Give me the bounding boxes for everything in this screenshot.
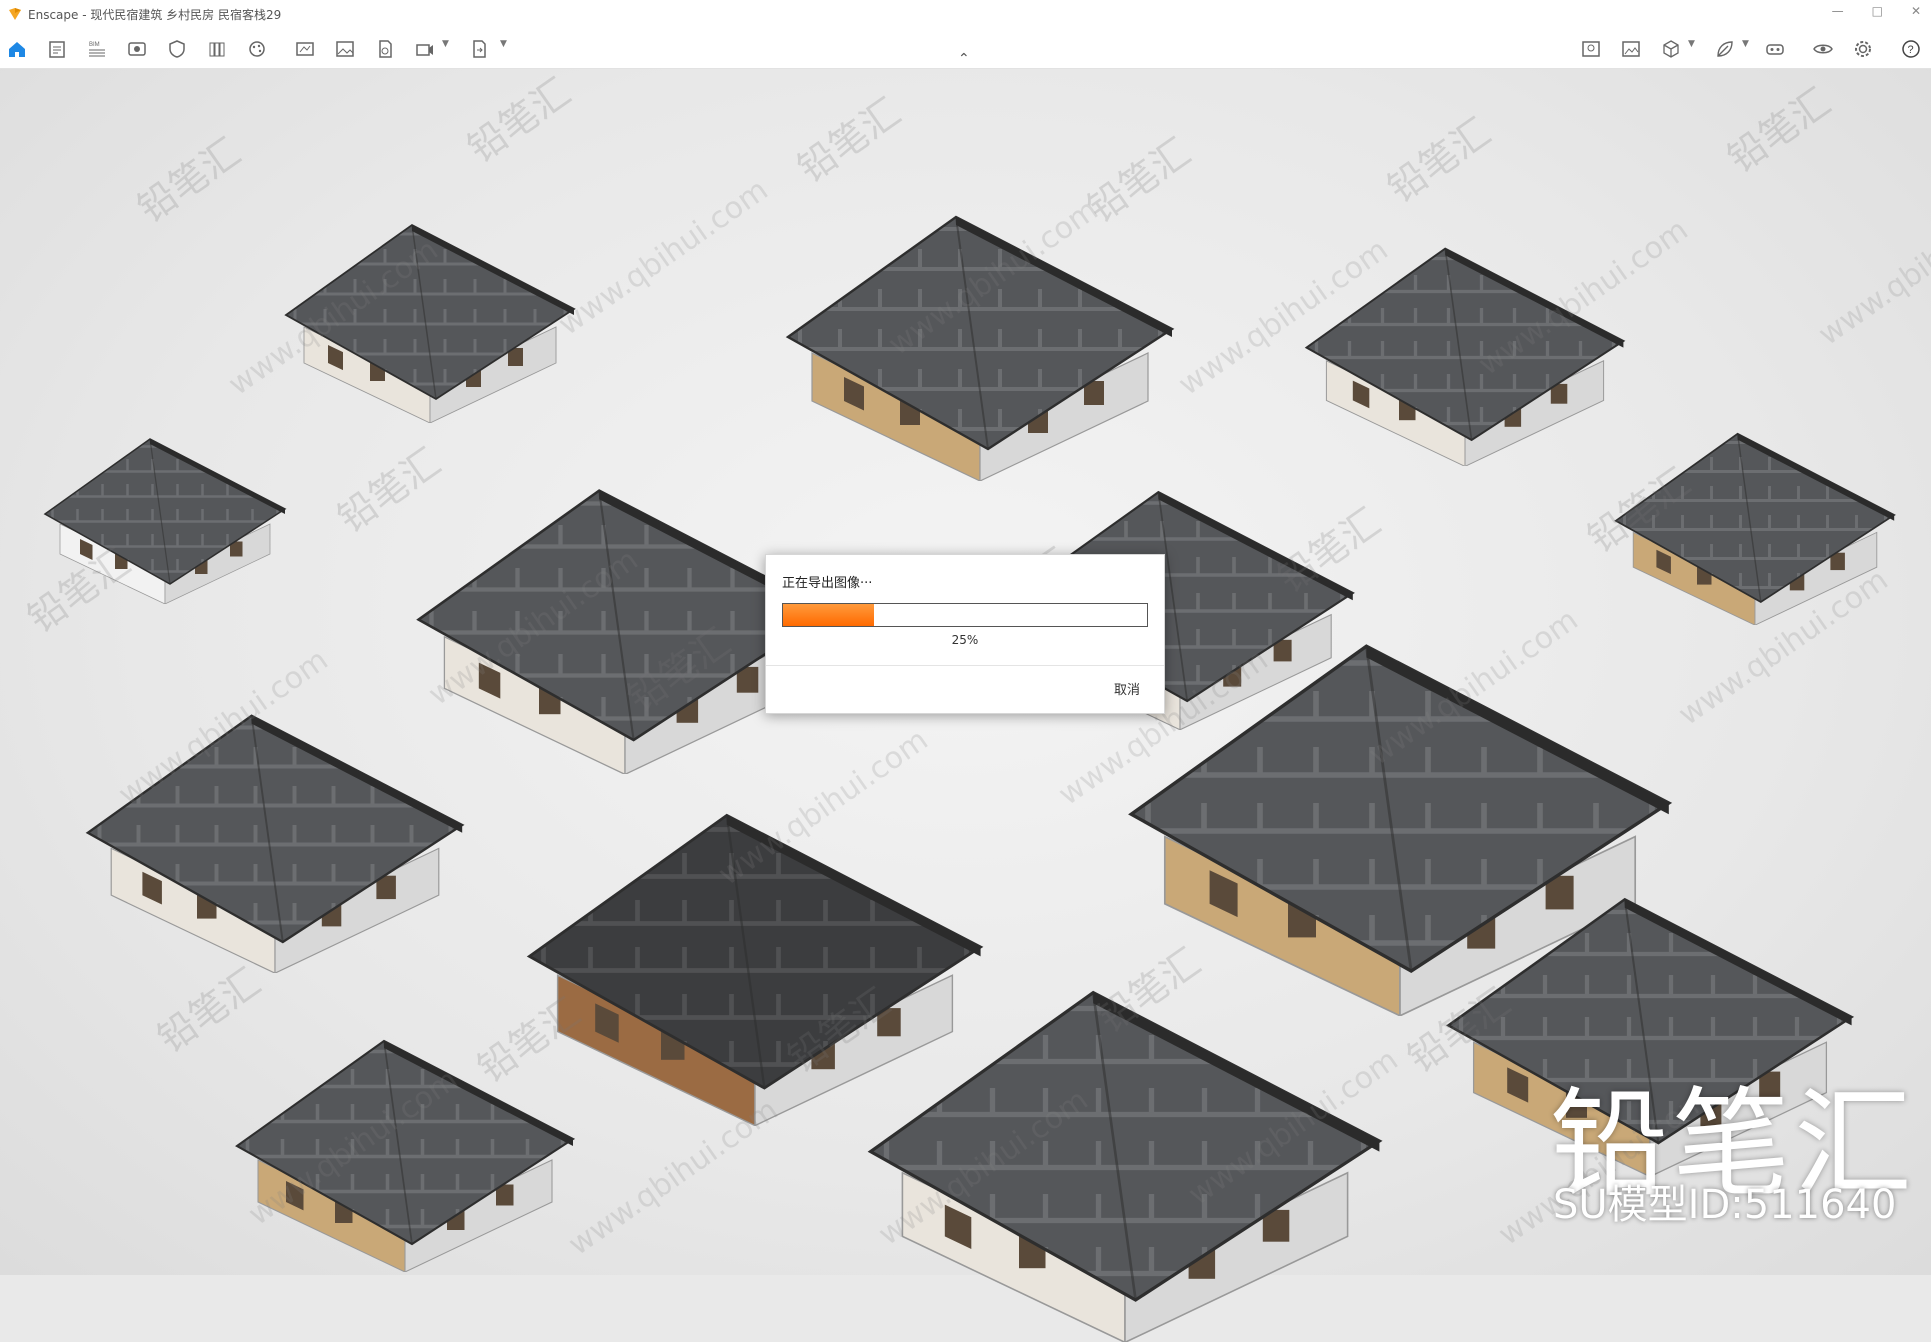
chevron-down-icon[interactable]: ▼: [1688, 39, 1695, 49]
export-icon[interactable]: [466, 36, 492, 62]
vr-icon[interactable]: [1762, 36, 1788, 62]
cube-icon[interactable]: [1658, 36, 1684, 62]
svg-text:BIM: BIM: [89, 42, 100, 48]
maximize-button[interactable]: □: [1872, 4, 1883, 18]
notes-icon[interactable]: [44, 36, 70, 62]
render-icon[interactable]: [292, 36, 318, 62]
building-model: [85, 714, 465, 974]
window-title: Enscape - 现代民宿建筑 乡村民房 民宿客栈29: [28, 7, 282, 22]
map-icon[interactable]: [1578, 36, 1604, 62]
building-model: [284, 223, 576, 423]
enscape-logo-icon: [9, 8, 21, 20]
eye-icon[interactable]: [1810, 36, 1836, 62]
building-model: [235, 1039, 576, 1272]
chevron-down-icon[interactable]: ▼: [1742, 39, 1749, 49]
export-progress-dialog: 正在导出图像··· 25% 取消: [765, 554, 1165, 714]
close-button[interactable]: ✕: [1911, 4, 1921, 18]
clock-icon[interactable]: [372, 36, 398, 62]
progress-fill: [783, 604, 874, 626]
help-icon[interactable]: ?: [1898, 36, 1924, 62]
collapse-toolbar-icon[interactable]: ⌃: [958, 51, 970, 67]
image-icon[interactable]: [332, 36, 358, 62]
building-model: [867, 990, 1383, 1342]
chevron-down-icon[interactable]: ▼: [442, 39, 449, 49]
chevron-down-icon[interactable]: ▼: [500, 39, 507, 49]
title-bar: Enscape - 现代民宿建筑 乡村民房 民宿客栈29 — □ ✕: [0, 0, 1931, 28]
settings-icon[interactable]: [1850, 36, 1876, 62]
progress-bar: [782, 603, 1148, 627]
building-model: [1304, 247, 1626, 467]
progress-percent: 25%: [951, 633, 979, 647]
shield-icon[interactable]: [164, 36, 190, 62]
library-icon[interactable]: [204, 36, 230, 62]
leaf-icon[interactable]: [1712, 36, 1738, 62]
bim-icon[interactable]: BIM: [84, 36, 110, 62]
video-icon[interactable]: [412, 36, 438, 62]
screenshot-icon[interactable]: [1618, 36, 1644, 62]
dialog-divider: [766, 665, 1164, 666]
svg-text:?: ?: [1908, 44, 1914, 56]
building-model: [785, 215, 1175, 481]
cancel-button[interactable]: 取消: [1114, 679, 1140, 698]
minimize-button[interactable]: —: [1832, 4, 1844, 18]
model-id-watermark: SU模型ID:511640: [1553, 1182, 1897, 1228]
view-icon[interactable]: [124, 36, 150, 62]
home-icon[interactable]: [4, 36, 30, 62]
palette-icon[interactable]: [244, 36, 270, 62]
building-model: [43, 438, 287, 604]
dialog-title: 正在导出图像···: [782, 576, 873, 591]
